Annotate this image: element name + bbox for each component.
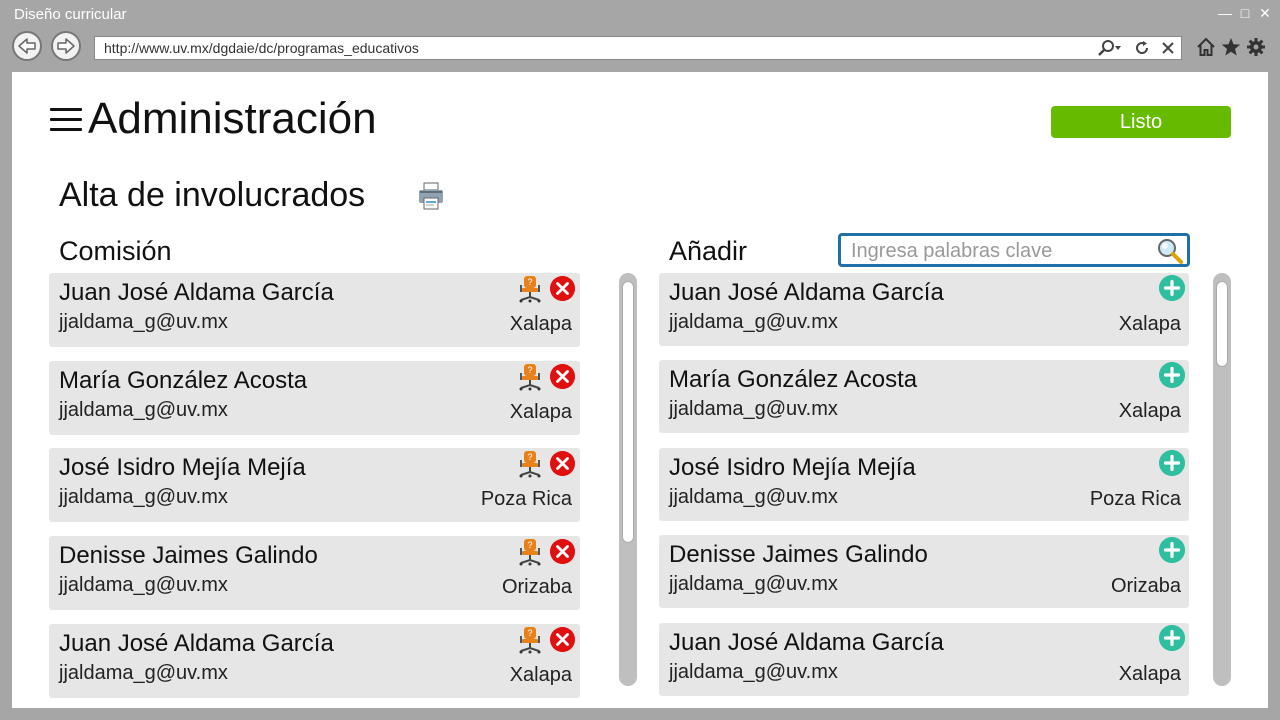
settings-gear-icon[interactable] <box>1246 37 1266 57</box>
search-field[interactable] <box>838 233 1190 267</box>
remove-icon[interactable] <box>550 627 575 652</box>
anadir-card[interactable]: José Isidro Mejía Mejía jjaldama_g@uv.mx… <box>659 448 1189 521</box>
favorites-star-icon[interactable] <box>1220 37 1242 57</box>
stop-icon[interactable] <box>1161 41 1175 55</box>
anadir-heading: Añadir <box>669 236 748 266</box>
anadir-card[interactable]: María González Acosta jjaldama_g@uv.mx X… <box>659 360 1189 433</box>
remove-icon[interactable] <box>550 539 575 564</box>
window-controls: — □ ✕ <box>1218 5 1272 21</box>
member-city: Poza Rica <box>480 488 572 510</box>
member-email: jjaldama_g@uv.mx <box>59 399 228 421</box>
member-email: jjaldama_g@uv.mx <box>59 662 228 684</box>
browser-navbar: http://www.uv.mx/dgdaie/dc/programas_edu… <box>0 30 1280 66</box>
printer-icon[interactable] <box>417 182 445 210</box>
comision-heading: Comisión <box>59 236 172 266</box>
svg-text:?: ? <box>527 540 532 550</box>
back-button[interactable] <box>12 31 42 61</box>
refresh-icon[interactable] <box>1133 39 1151 57</box>
comision-card[interactable]: Juan José Aldama García jjaldama_g@uv.mx… <box>49 273 580 347</box>
svg-text:?: ? <box>527 365 532 375</box>
anadir-scrollbar[interactable] <box>1213 273 1231 686</box>
add-icon[interactable] <box>1159 450 1185 476</box>
candidate-city: Xalapa <box>1118 400 1181 422</box>
done-button[interactable]: Listo <box>1051 106 1231 138</box>
remove-icon[interactable] <box>550 364 575 389</box>
svg-text:?: ? <box>527 277 532 287</box>
anadir-card[interactable]: Juan José Aldama García jjaldama_g@uv.mx… <box>659 623 1189 696</box>
candidate-name: María González Acosta <box>669 366 918 393</box>
candidate-city: Xalapa <box>1118 663 1181 685</box>
add-icon[interactable] <box>1159 275 1185 301</box>
office-chair-icon[interactable]: ? <box>518 275 542 303</box>
window-titlebar: Diseño curricular — □ ✕ <box>0 0 1280 30</box>
remove-icon[interactable] <box>550 276 575 301</box>
member-city: Xalapa <box>509 313 572 335</box>
candidate-name: Denisse Jaimes Galindo <box>669 541 928 568</box>
hamburger-menu-icon[interactable] <box>50 108 82 134</box>
anadir-card[interactable]: Denisse Jaimes Galindo jjaldama_g@uv.mx … <box>659 535 1189 608</box>
minimize-icon[interactable]: — <box>1218 5 1232 21</box>
section-title: Alta de involucrados <box>59 176 366 214</box>
member-city: Xalapa <box>509 664 572 686</box>
comision-card[interactable]: Denisse Jaimes Galindo jjaldama_g@uv.mx … <box>49 536 580 610</box>
candidate-city: Poza Rica <box>1089 488 1181 510</box>
member-city: Orizaba <box>501 576 572 598</box>
office-chair-icon[interactable]: ? <box>518 363 542 391</box>
office-chair-icon[interactable]: ? <box>518 626 542 654</box>
close-window-icon[interactable]: ✕ <box>1258 5 1272 21</box>
comision-scrollbar[interactable] <box>619 273 637 686</box>
add-icon[interactable] <box>1159 362 1185 388</box>
candidate-name: Juan José Aldama García <box>669 629 944 656</box>
candidate-email: jjaldama_g@uv.mx <box>669 311 838 333</box>
back-arrow-icon <box>18 38 36 54</box>
address-bar[interactable]: http://www.uv.mx/dgdaie/dc/programas_edu… <box>94 36 1182 60</box>
member-email: jjaldama_g@uv.mx <box>59 574 228 596</box>
forward-arrow-icon <box>57 38 75 54</box>
svg-text:?: ? <box>527 628 532 638</box>
add-icon[interactable] <box>1159 625 1185 651</box>
page-content: Administración Listo Alta de involucrado… <box>12 72 1268 708</box>
member-email: jjaldama_g@uv.mx <box>59 486 228 508</box>
member-name: José Isidro Mejía Mejía <box>59 454 306 481</box>
comision-card[interactable]: José Isidro Mejía Mejía jjaldama_g@uv.mx… <box>49 448 580 522</box>
member-name: Juan José Aldama García <box>59 630 334 657</box>
address-bar-icons <box>1097 39 1175 57</box>
window-title: Diseño curricular <box>14 6 127 23</box>
forward-button[interactable] <box>51 31 81 61</box>
candidate-city: Orizaba <box>1110 575 1181 597</box>
candidate-email: jjaldama_g@uv.mx <box>669 661 838 683</box>
add-icon[interactable] <box>1159 537 1185 563</box>
url-text[interactable]: http://www.uv.mx/dgdaie/dc/programas_edu… <box>104 40 419 56</box>
search-input[interactable] <box>849 238 1153 264</box>
search-dropdown-icon[interactable] <box>1097 39 1123 57</box>
comision-card[interactable]: María González Acosta jjaldama_g@uv.mx X… <box>49 361 580 435</box>
comision-scrollbar-thumb[interactable] <box>622 281 634 543</box>
search-icon[interactable] <box>1155 237 1185 265</box>
home-icon[interactable] <box>1196 37 1216 57</box>
candidate-email: jjaldama_g@uv.mx <box>669 398 838 420</box>
anadir-scrollbar-thumb[interactable] <box>1216 281 1228 367</box>
office-chair-icon[interactable]: ? <box>518 538 542 566</box>
member-city: Xalapa <box>509 401 572 423</box>
comision-card[interactable]: Juan José Aldama García jjaldama_g@uv.mx… <box>49 624 580 698</box>
maximize-icon[interactable]: □ <box>1238 5 1252 21</box>
member-name: Denisse Jaimes Galindo <box>59 542 318 569</box>
remove-icon[interactable] <box>550 451 575 476</box>
anadir-card[interactable]: Juan José Aldama García jjaldama_g@uv.mx… <box>659 273 1189 346</box>
candidate-city: Xalapa <box>1118 313 1181 335</box>
candidate-email: jjaldama_g@uv.mx <box>669 486 838 508</box>
member-email: jjaldama_g@uv.mx <box>59 311 228 333</box>
candidate-email: jjaldama_g@uv.mx <box>669 573 838 595</box>
member-name: Juan José Aldama García <box>59 279 334 306</box>
candidate-name: Juan José Aldama García <box>669 279 944 306</box>
page-title: Administración <box>88 94 377 143</box>
candidate-name: José Isidro Mejía Mejía <box>669 454 916 481</box>
member-name: María González Acosta <box>59 367 308 394</box>
svg-text:?: ? <box>527 452 532 462</box>
office-chair-icon[interactable]: ? <box>518 450 542 478</box>
browser-toolbar-icons <box>1196 37 1266 57</box>
